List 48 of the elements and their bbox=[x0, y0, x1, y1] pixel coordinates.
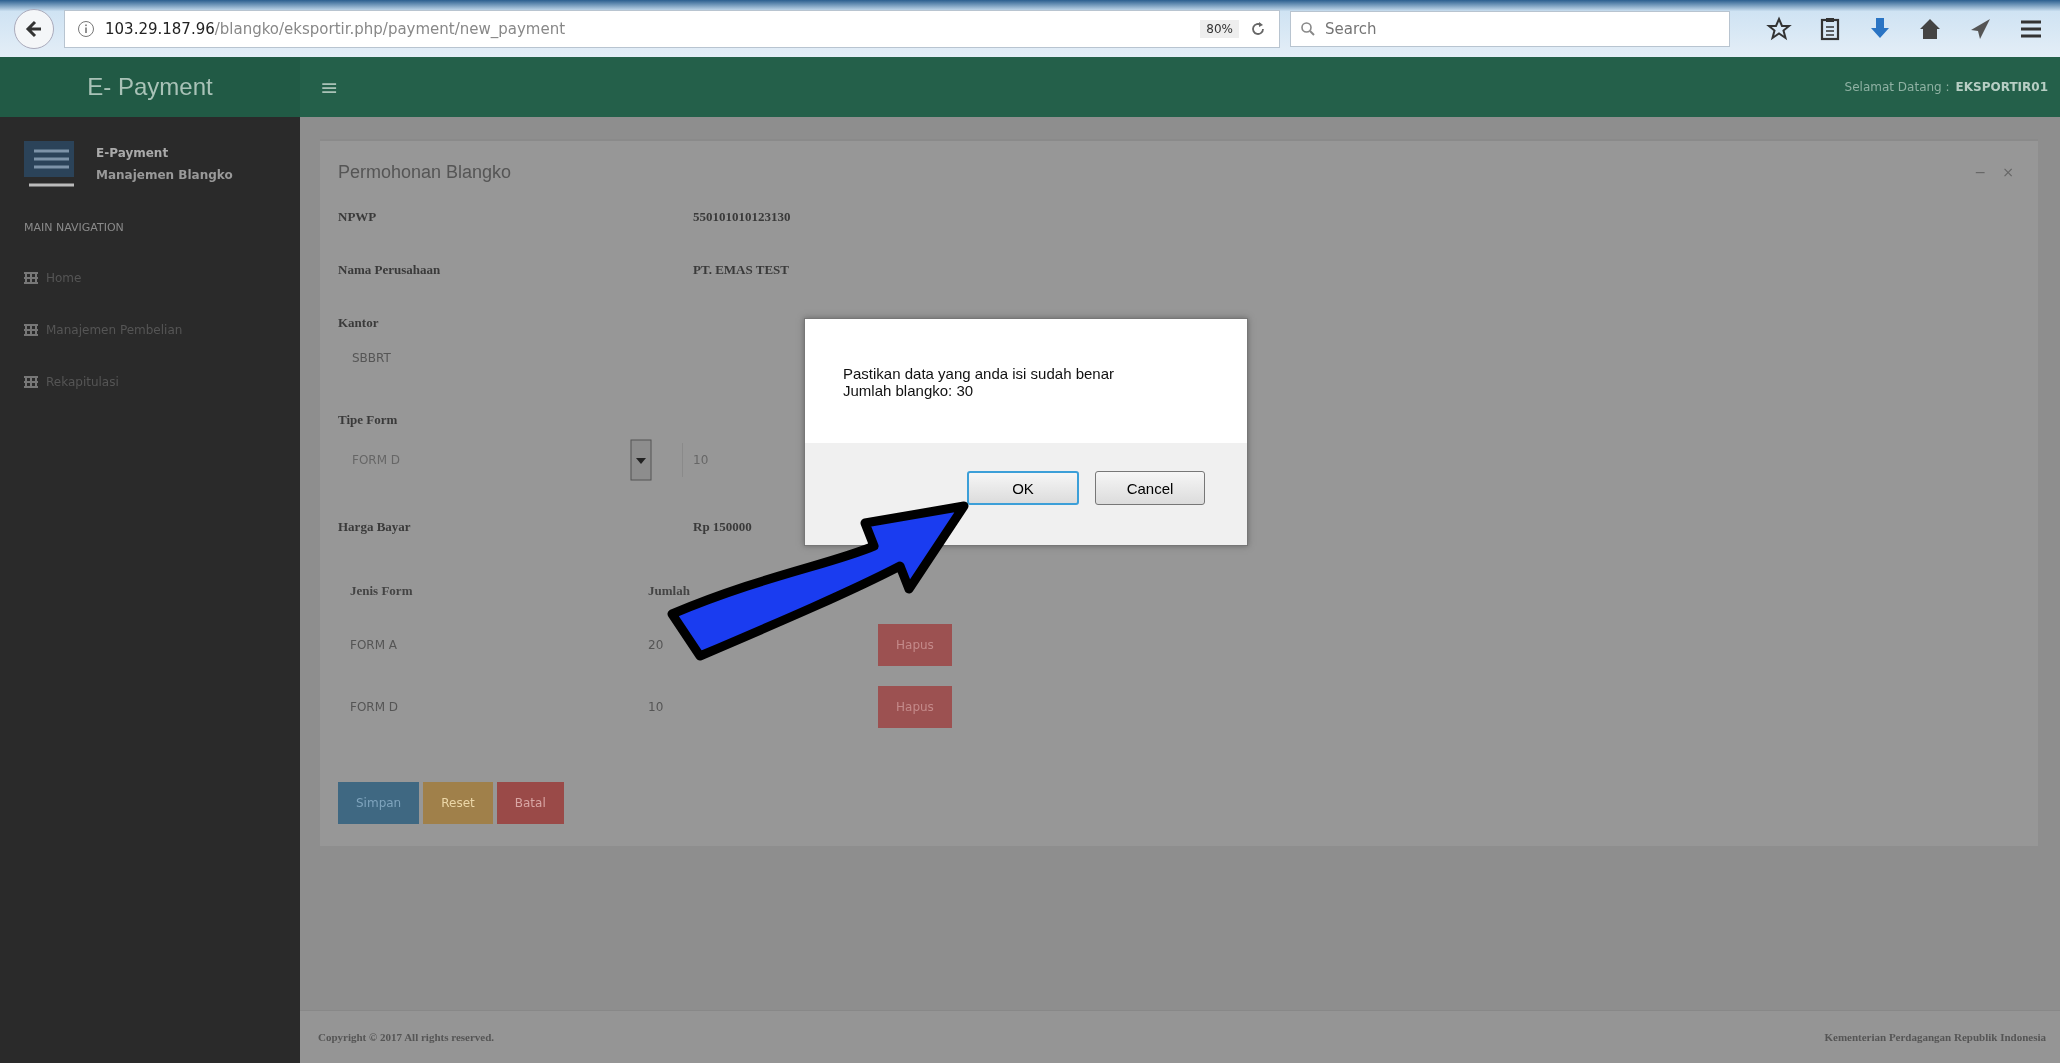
table-cell-text: 10 bbox=[647, 700, 665, 714]
delete-button[interactable]: Hapus bbox=[878, 686, 952, 728]
address-field[interactable]: 103.29.187.96/blangko/eksportir.php/payment/new_payment 80% bbox=[64, 9, 1280, 48]
star-icon[interactable] bbox=[1766, 15, 1792, 42]
field-label: NPWP bbox=[338, 209, 378, 225]
back-button[interactable] bbox=[14, 8, 54, 49]
field-label: Tipe Form bbox=[338, 412, 399, 428]
welcome-text: Selamat Datang : bbox=[1844, 80, 1950, 94]
field-label: Nama Perusahaan bbox=[338, 262, 442, 278]
sidebar-section-header: MAIN NAVIGATION bbox=[23, 220, 125, 236]
brand-title: E- Payment bbox=[0, 57, 300, 117]
app-title: E-Payment bbox=[96, 146, 170, 160]
info-icon[interactable] bbox=[77, 19, 95, 38]
delete-button[interactable]: Hapus bbox=[878, 624, 952, 666]
form-action-button[interactable]: Reset bbox=[423, 782, 493, 824]
table-cell-text: FORM A bbox=[349, 638, 399, 652]
menu-toggle-button[interactable]: ≡ bbox=[314, 73, 345, 101]
grid-icon bbox=[24, 324, 38, 336]
dialog-button[interactable]: Cancel bbox=[1095, 471, 1205, 505]
grid-icon bbox=[24, 272, 38, 284]
column-header: Jenis Form bbox=[349, 583, 414, 599]
ministry-text: Kementerian Perdagangan Republik Indonesia bbox=[1824, 1031, 2046, 1043]
panel-tool-button[interactable]: × bbox=[1996, 163, 2020, 181]
panel-tool-button[interactable]: − bbox=[1968, 163, 1993, 181]
column-header: Jumlah bbox=[647, 583, 690, 599]
field-label: Kantor bbox=[338, 315, 380, 331]
app-subtitle: Manajemen Blangko bbox=[96, 168, 233, 182]
user-name[interactable]: EKSPORTIR01 bbox=[1955, 80, 2048, 94]
field-label: Harga Bayar bbox=[338, 519, 412, 535]
table-cell-text: 20 bbox=[647, 638, 665, 652]
field-value: PT. EMAS TEST bbox=[693, 262, 789, 278]
clipboard-icon[interactable] bbox=[1818, 15, 1842, 42]
caret-icon bbox=[630, 439, 652, 481]
grid-icon bbox=[24, 376, 38, 388]
url-text: 103.29.187.96/blangko/eksportir.php/payment/new_payment bbox=[105, 19, 567, 38]
dialog-message: Pastikan data yang anda isi sudah benar Jumlah blangko: 30 bbox=[842, 364, 1116, 401]
field-value: 550101010123130 bbox=[693, 209, 791, 225]
reload-icon[interactable] bbox=[1249, 19, 1267, 38]
field-value: Rp 150000 bbox=[693, 519, 752, 535]
table-cell-text: FORM D bbox=[349, 700, 400, 714]
copyright-text: Copyright © 2017 All rights reserved. bbox=[318, 1031, 495, 1043]
form-action-button[interactable]: Batal bbox=[496, 782, 564, 824]
office-input-field[interactable]: SBBRT bbox=[338, 341, 442, 375]
form-action-button[interactable]: Simpan bbox=[338, 782, 420, 824]
search-field[interactable]: Search bbox=[1290, 10, 1730, 47]
panel-title: Permohonan Blangko bbox=[338, 161, 513, 183]
dialog-button[interactable]: OK bbox=[967, 471, 1079, 505]
zoom-level[interactable]: 80% bbox=[1200, 19, 1239, 38]
